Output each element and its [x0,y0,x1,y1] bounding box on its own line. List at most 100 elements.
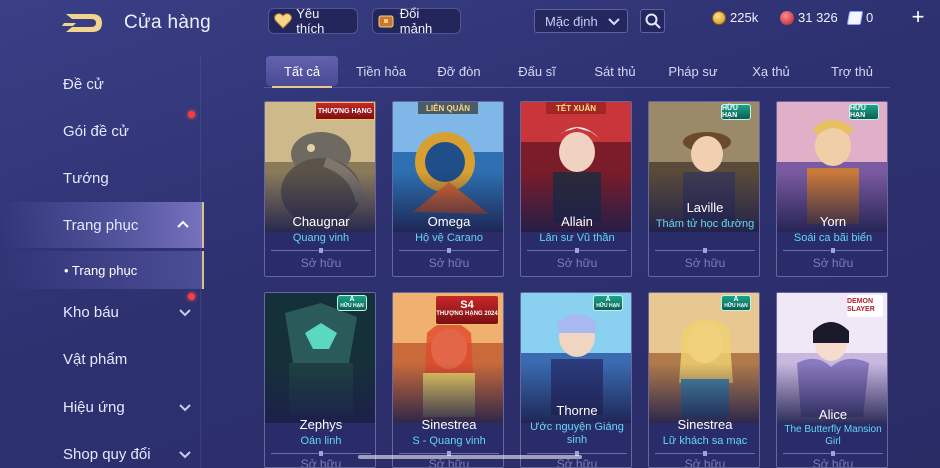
divider-ornament [655,248,755,253]
skin-card[interactable]: HỮU HẠN Laville Thám tử học đường Sở hữu [648,101,760,277]
gem-balance: 0 [846,10,873,25]
limited-badge: A HỮU HẠN [337,295,367,311]
favorites-button[interactable]: Yêu thích [268,6,358,36]
divider-ornament [783,248,883,253]
skin-card[interactable]: LIÊN QUÂN Omega Hộ vệ Carano Sở hữu [392,101,504,277]
home-indicator[interactable] [358,455,582,459]
sidebar-item-skins[interactable]: Trang phục [0,202,204,248]
sidebar-item-label: Hiệu ứng [63,398,125,416]
heart-icon [273,11,292,31]
voucher-balance: 31 326 [780,10,838,25]
owned-status: Sở hữu [684,256,726,270]
search-button[interactable] [640,9,665,33]
tab-assassin[interactable]: Sát thủ [584,56,646,86]
skin-card[interactable]: A HỮU HẠN Sinestrea Lữ khách sa mạc Sở h… [648,292,760,468]
chevron-down-icon [179,404,191,412]
tab-mage[interactable]: Pháp sư [660,56,726,86]
fragment-chest-icon [377,11,396,31]
top-up-button[interactable]: + [908,6,928,28]
sidebar-item-treasure[interactable]: Kho báu [0,289,204,335]
notification-dot [188,293,195,300]
chevron-down-icon [179,309,191,317]
fragments-label: Đổi mảnh [399,6,433,36]
sidebar-item-heroes[interactable]: Tướng [0,155,204,201]
hero-name: Omega [427,214,471,229]
hero-name: Sinestrea [421,417,477,432]
limited-badge: HỮU HẠN [849,104,879,120]
owned-status: Sở hữu [684,457,726,468]
skin-card[interactable]: DEMON SLAYER Alice The Butterfly Mansion… [776,292,888,468]
tab-fighter[interactable]: Đấu sĩ [506,56,568,86]
exchange-fragments-button[interactable]: Đổi mảnh [372,6,461,36]
gem-card-icon [846,10,864,25]
search-icon [645,13,661,29]
event-badge: TẾT XUÂN [546,102,606,114]
owned-status: Sở hữu [428,256,470,270]
divider-ornament [399,248,499,253]
tab-all[interactable]: Tất cả [266,56,338,88]
card-fade [649,363,759,425]
back-logo-icon[interactable] [62,10,106,36]
badge-text: S4 [460,299,474,311]
sidebar-subitem-skins[interactable]: • Trang phục [0,251,204,289]
skin-card[interactable]: A HỮU HẠN Thorne Ước nguyện Giáng sinh S… [520,292,632,468]
voucher-icon [780,10,794,25]
divider-ornament [527,248,627,253]
event-badge: LIÊN QUÂN [418,102,478,114]
badge-text: HỮU HẠN [722,105,738,119]
sidebar-item-effects[interactable]: Hiệu ứng [0,384,204,430]
notification-dot [188,111,195,118]
hero-name: Yorn [819,214,847,229]
badge-subtext: HỮU HẠN [596,303,620,309]
chevron-down-icon [179,451,191,459]
sidebar-item-items[interactable]: Vật phẩm [0,336,204,382]
sidebar-item-label: Gói đề cử [63,122,129,140]
divider-ornament [271,248,371,253]
tab-vanguard[interactable]: Tiền hỏa [346,56,416,86]
limited-badge: A HỮU HẠN [593,295,623,311]
skin-name: Hộ vệ Carano [415,232,483,244]
skin-name: Soái ca bãi biển [793,232,873,244]
skin-card[interactable]: HỮU HẠN Yorn Soái ca bãi biển Sở hữu [776,101,888,277]
sidebar-item-exchange-shop[interactable]: Shop quy đổi [0,431,204,468]
skin-name: Thám tử học đường [655,218,755,230]
sidebar-item-featured-packs[interactable]: Gói đề cử [0,108,204,154]
hero-name: Chaugnar [292,214,350,229]
hero-name: Thorne [556,403,598,418]
skin-name: S - Quang vinh [412,435,486,447]
tab-marksman[interactable]: Xạ thủ [740,56,802,86]
top-bar: Cửa hàng Yêu thích Đổi mảnh Mặc định 225… [0,0,940,44]
sort-value: Mặc định [545,13,598,29]
gold-amount: 225k [730,10,759,25]
skin-name: Ước nguyện Giáng sinh [530,421,624,446]
limited-badge: A HỮU HẠN [721,295,751,311]
sidebar-item-featured[interactable]: Đề cử [0,61,204,107]
badge-text: A [605,296,611,303]
sidebar-item-label: Trang phục [63,216,139,234]
skin-card[interactable]: A HỮU HẠN Zephys Oán linh Sở hữu [264,292,376,468]
owned-status: Sở hữu [812,457,854,468]
collab-badge: DEMON SLAYER [847,295,883,317]
badge-subtext: HỮU HẠN [340,303,364,309]
gold-coin-icon [712,10,726,25]
badge-text: DEMON SLAYER [847,298,875,313]
role-tabs: Tất cả Tiền hỏa Đỡ đòn Đấu sĩ Sát thủ Ph… [264,56,890,88]
gold-balance: 225k [712,10,758,25]
skin-card[interactable]: THƯỢNG HẠNG Chaugnar Quang vinh Sở hữu [264,101,376,277]
card-fade [393,363,503,425]
sort-dropdown[interactable]: Mặc định [534,9,628,33]
tab-tank[interactable]: Đỡ đòn [426,56,492,86]
rank-badge: THƯỢNG HẠNG [315,102,375,120]
hero-name: Laville [686,200,724,215]
sidebar-item-label: Shop quy đổi [63,445,151,463]
sidebar-item-label: Vật phẩm [63,350,128,368]
hero-name: Zephys [299,417,343,432]
divider-ornament [655,451,755,456]
chevron-down-icon [608,18,620,26]
skin-card[interactable]: S4 THƯỢNG HẠNG 2024 Sinestrea S - Quang … [392,292,504,468]
skin-card[interactable]: TẾT XUÂN Allain Lân sư Vũ thần Sở hữu [520,101,632,277]
badge-subtext: HỮU HẠN [724,303,748,309]
tab-support[interactable]: Trợ thủ [820,56,884,86]
hero-name: Allain [561,214,593,229]
skin-name: The Butterfly Mansion Girl [784,424,882,447]
